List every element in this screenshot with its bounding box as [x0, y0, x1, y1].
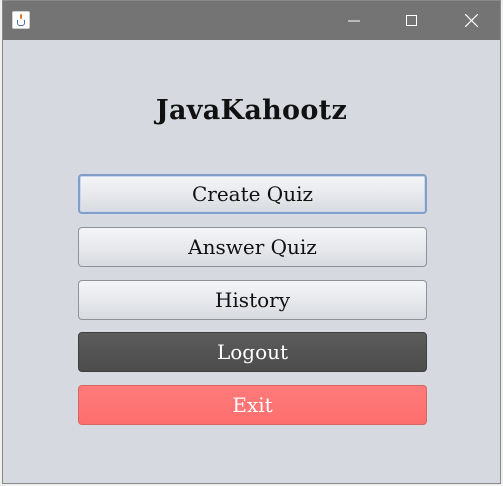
java-icon[interactable] [12, 11, 30, 29]
app-title: JavaKahootz [155, 95, 348, 126]
maximize-icon [406, 14, 417, 26]
maximize-button[interactable] [383, 1, 441, 40]
minimize-button[interactable] [325, 1, 383, 40]
close-icon [464, 14, 478, 27]
java-cup-shape [17, 20, 25, 26]
close-button[interactable] [442, 1, 500, 40]
create-quiz-button[interactable]: Create Quiz [78, 174, 427, 214]
answer-quiz-button[interactable]: Answer Quiz [78, 227, 427, 267]
title-bar[interactable] [3, 1, 500, 40]
java-steam-shape [20, 14, 22, 19]
minimize-icon [348, 20, 360, 21]
exit-button[interactable]: Exit [78, 385, 427, 425]
history-button[interactable]: History [78, 280, 427, 320]
logout-button[interactable]: Logout [78, 332, 427, 372]
app-window: JavaKahootz Create Quiz Answer Quiz Hist… [2, 0, 501, 484]
